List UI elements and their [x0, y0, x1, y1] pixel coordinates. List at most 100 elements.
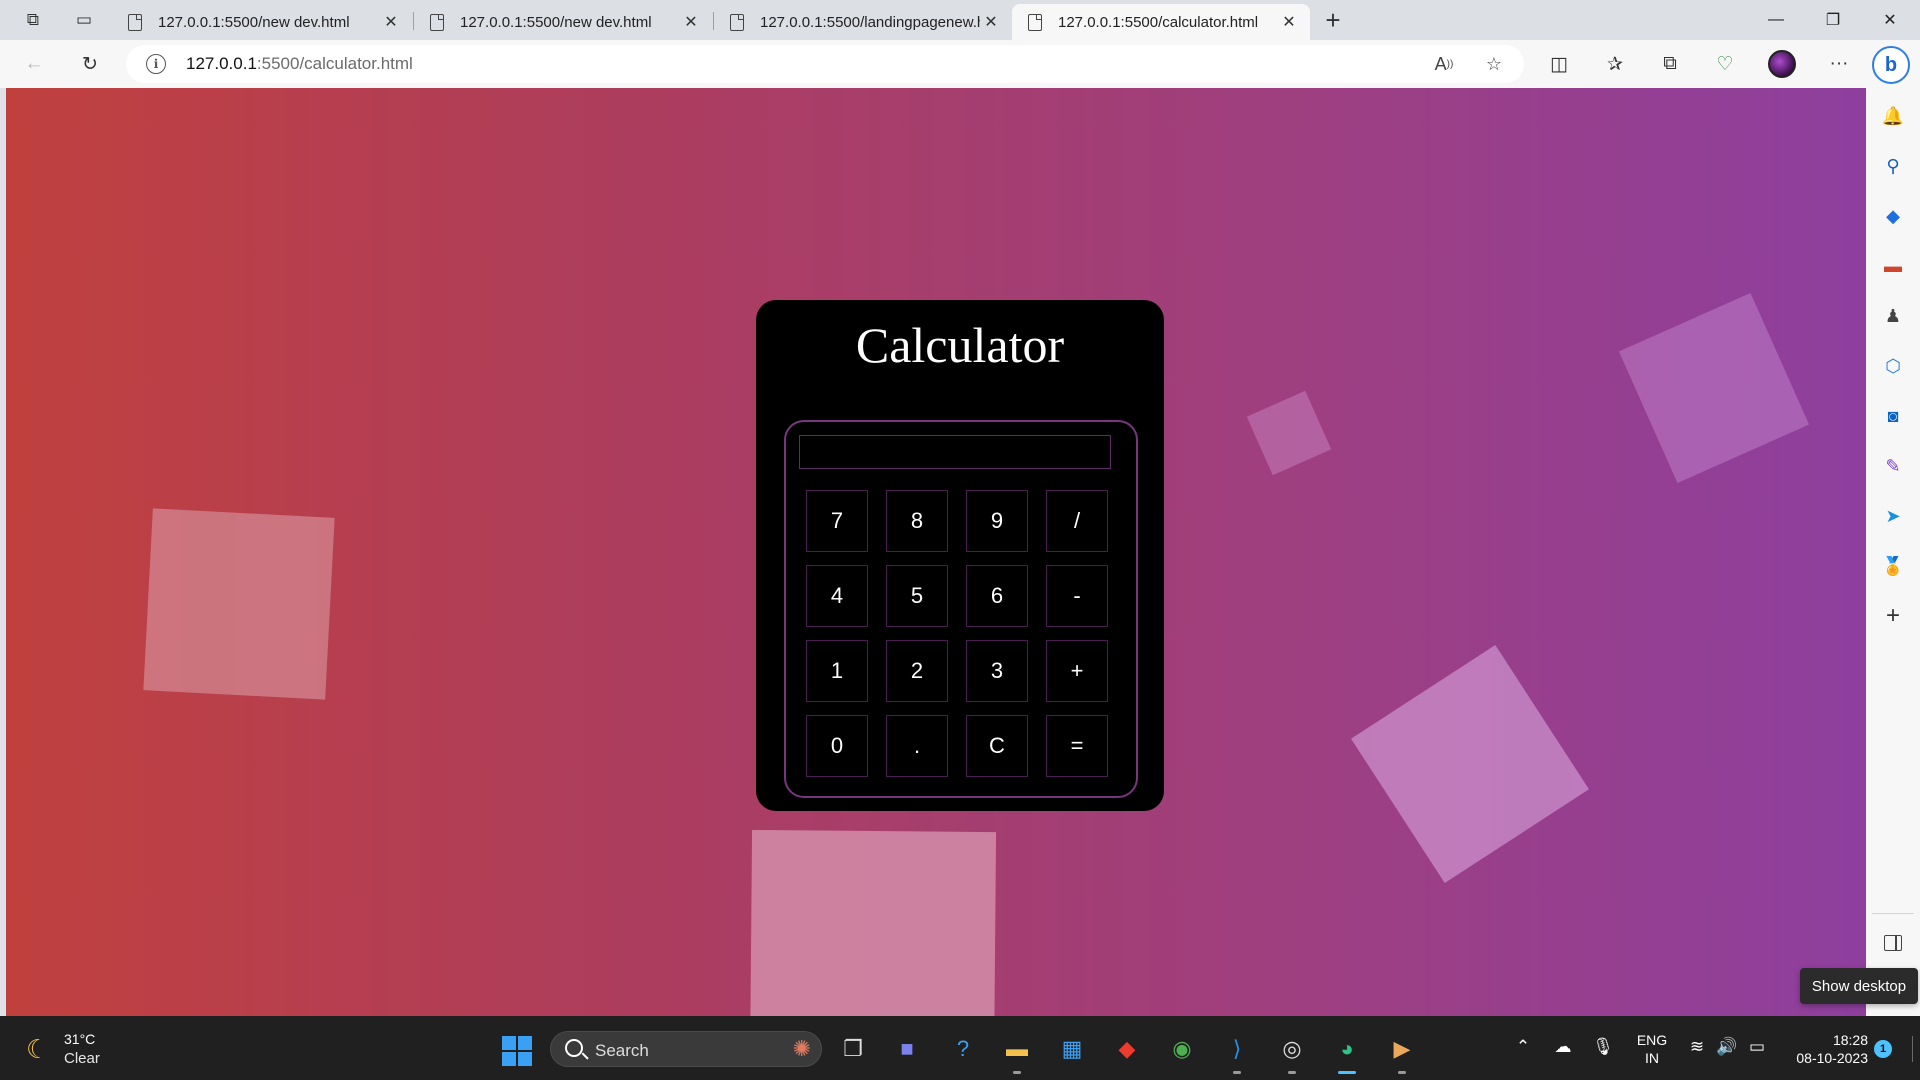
add-icon[interactable]: + [1881, 602, 1905, 629]
key-3[interactable]: 3 [966, 640, 1028, 702]
key-9[interactable]: 9 [966, 490, 1028, 552]
file-explorer-icon[interactable]: ▬ [1000, 1032, 1034, 1066]
tab-close-icon[interactable]: ✕ [380, 12, 402, 32]
bell-icon[interactable]: 🔔 [1881, 104, 1905, 128]
page-document-icon [1028, 13, 1042, 31]
site-info-icon[interactable]: i [146, 54, 166, 74]
favorites-icon[interactable]: ✰ [1598, 48, 1632, 80]
new-tab-button[interactable]: + [1318, 4, 1348, 36]
tab-close-icon[interactable]: ✕ [680, 12, 702, 32]
weather-condition[interactable]: Clear [64, 1050, 100, 1067]
back-icon[interactable]: ← [17, 48, 51, 80]
microsoft-365-icon[interactable]: ⬡ [1881, 354, 1905, 378]
favorite-star-icon[interactable]: ☆ [1480, 52, 1508, 76]
address-url[interactable]: 127.0.0.1:5500/calculator.html [186, 54, 413, 74]
key-6[interactable]: 6 [966, 565, 1028, 627]
drop-icon[interactable]: ✎ [1881, 454, 1905, 478]
decorative-square [1618, 292, 1810, 484]
tab-title: 127.0.0.1:5500/landingpagenew.h [760, 13, 980, 31]
key-5[interactable]: 5 [886, 565, 948, 627]
vertical-tabs-icon[interactable]: ▭ [69, 6, 99, 34]
calculator-title: Calculator [855, 317, 1065, 373]
tab-new-dev-2[interactable]: 127.0.0.1:5500/new dev.html ✕ [414, 4, 712, 40]
browser-toolbar: ← ↻ i 127.0.0.1:5500/calculator.html A))… [0, 40, 1920, 88]
anydesk-icon[interactable]: ◆ [1110, 1032, 1144, 1066]
wifi-icon[interactable]: ≋ [1684, 1032, 1710, 1062]
obs-icon[interactable]: ◎ [1275, 1032, 1309, 1066]
search-icon[interactable]: ⚲ [1881, 154, 1905, 178]
language-code: ENG [1636, 1032, 1668, 1048]
refresh-icon[interactable]: ↻ [73, 48, 107, 80]
key-1[interactable]: 1 [806, 640, 868, 702]
key-add[interactable]: + [1046, 640, 1108, 702]
profile-avatar[interactable] [1768, 50, 1796, 78]
quick-assist-icon[interactable]: ? [946, 1032, 980, 1066]
volume-icon[interactable]: 🔊 [1714, 1032, 1740, 1062]
clock-date: 08-10-2023 [1796, 1050, 1868, 1066]
running-indicator-active [1338, 1071, 1356, 1074]
running-indicator [1233, 1071, 1241, 1074]
browser-essentials-icon[interactable]: ♡ [1708, 48, 1742, 80]
microphone-icon[interactable]: 🎙 [1590, 1032, 1616, 1062]
bing-copilot-icon[interactable]: b [1872, 46, 1910, 84]
games-icon[interactable]: ♟ [1881, 304, 1905, 328]
battery-icon[interactable]: ▭ [1744, 1032, 1770, 1062]
show-desktop-button[interactable] [1912, 1036, 1913, 1062]
chrome-icon[interactable]: ◉ [1165, 1032, 1199, 1066]
tab-calculator[interactable]: 127.0.0.1:5500/calculator.html ✕ [1012, 4, 1310, 40]
read-aloud-icon[interactable]: A)) [1430, 52, 1458, 76]
key-decimal[interactable]: . [886, 715, 948, 777]
address-bar[interactable]: i 127.0.0.1:5500/calculator.html A)) ☆ [126, 45, 1524, 83]
taskbar-search[interactable]: Search ✺ [550, 1031, 822, 1067]
tab-landing-page[interactable]: 127.0.0.1:5500/landingpagenew.h ✕ [714, 4, 1012, 40]
language-indicator[interactable]: ENG IN [1634, 1031, 1670, 1067]
close-window-button[interactable]: ✕ [1862, 0, 1918, 40]
media-player-icon[interactable]: ▶ [1385, 1032, 1419, 1066]
key-7[interactable]: 7 [806, 490, 868, 552]
windows-start-icon[interactable] [502, 1036, 532, 1066]
decorative-square [749, 829, 997, 1016]
running-indicator [1398, 1071, 1406, 1074]
key-0[interactable]: 0 [806, 715, 868, 777]
search-placeholder: Search [595, 1041, 649, 1060]
outlook-icon[interactable]: ◙ [1881, 404, 1905, 428]
vscode-icon[interactable]: ⟩ [1220, 1032, 1254, 1066]
restore-button[interactable]: ❐ [1805, 0, 1861, 40]
decorative-square [1351, 645, 1589, 883]
shopping-tag-icon[interactable]: ◆ [1881, 204, 1905, 228]
notification-badge[interactable]: 1 [1874, 1040, 1892, 1058]
collections-icon[interactable]: ⧉ [1653, 48, 1687, 80]
key-clear[interactable]: C [966, 715, 1028, 777]
tab-new-dev-1[interactable]: 127.0.0.1:5500/new dev.html ✕ [112, 4, 412, 40]
tab-title: 127.0.0.1:5500/new dev.html [158, 13, 350, 31]
weather-temperature[interactable]: 31°C [64, 1031, 95, 1047]
telegram-send-icon[interactable]: ➤ [1881, 504, 1905, 528]
decorative-square [143, 508, 335, 700]
onedrive-cloud-icon[interactable]: ☁ [1550, 1032, 1576, 1062]
edge-sidebar: 🔔 ⚲ ◆ ▬ ♟ ⬡ ◙ ✎ ➤ 🏅 + [1866, 88, 1920, 1016]
tab-close-icon[interactable]: ✕ [980, 12, 1002, 32]
calculator-panel: Calculator 7 8 9 / 4 5 6 - 1 2 3 + 0 . C… [756, 300, 1164, 811]
minimize-button[interactable]: — [1748, 0, 1804, 40]
key-divide[interactable]: / [1046, 490, 1108, 552]
show-hidden-icons-chevron-icon[interactable]: ⌃ [1510, 1032, 1536, 1062]
split-screen-icon[interactable]: ◫ [1542, 48, 1576, 80]
teams-meet-icon[interactable]: ■ [890, 1032, 924, 1066]
rewards-medal-icon[interactable]: 🏅 [1881, 554, 1905, 578]
clock[interactable]: 18:28 08-10-2023 [1784, 1031, 1868, 1067]
key-4[interactable]: 4 [806, 565, 868, 627]
moon-weather-icon[interactable]: ☾ [26, 1034, 49, 1065]
key-2[interactable]: 2 [886, 640, 948, 702]
key-subtract[interactable]: - [1046, 565, 1108, 627]
edge-icon[interactable]: ◕ [1330, 1032, 1364, 1066]
task-view-icon[interactable]: ❐ [836, 1032, 870, 1066]
tab-close-icon[interactable]: ✕ [1278, 12, 1300, 32]
hide-sidebar-icon[interactable] [1884, 935, 1902, 951]
microsoft-store-icon[interactable]: ▦ [1055, 1032, 1089, 1066]
tools-briefcase-icon[interactable]: ▬ [1881, 254, 1905, 278]
calculator-display-input[interactable] [799, 435, 1111, 469]
workspaces-icon[interactable]: ⧉ [18, 6, 48, 34]
settings-more-icon[interactable]: ··· [1822, 48, 1856, 80]
key-equals[interactable]: = [1046, 715, 1108, 777]
key-8[interactable]: 8 [886, 490, 948, 552]
